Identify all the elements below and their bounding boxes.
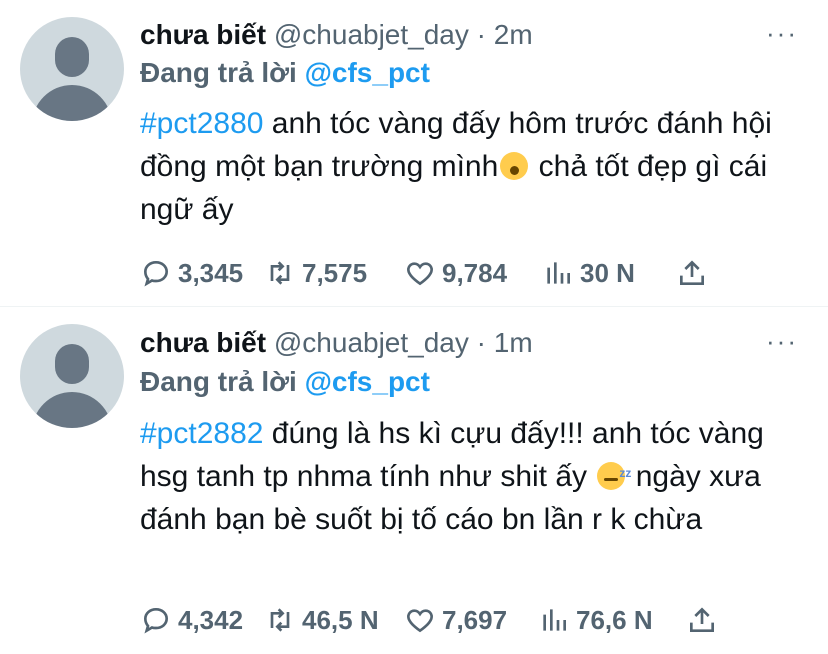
avatar-body <box>32 85 112 121</box>
reply-button[interactable]: 4,342 <box>140 604 264 636</box>
avatar-head <box>55 344 89 384</box>
reply-mention-link[interactable]: @cfs_pct <box>305 366 430 397</box>
tweet-text: #pct2882 đúng là hs kì cựu đấy!!! anh tó… <box>140 412 800 541</box>
avatar-head <box>55 37 89 77</box>
tweet[interactable]: chưa biết @chuabjet_day · 1m ··· Đang tr… <box>0 308 828 654</box>
sleeping-face-emoji <box>597 452 631 495</box>
views-count: 76,6 N <box>576 604 653 635</box>
reply-button[interactable]: 3,345 <box>140 257 264 289</box>
yawning-face-emoji <box>500 152 529 180</box>
user-handle[interactable]: @chuabjet_day <box>274 327 469 358</box>
share-icon <box>690 607 714 632</box>
more-options-icon[interactable]: ··· <box>766 18 798 49</box>
like-count: 9,784 <box>442 257 508 288</box>
replying-to-label: Đang trả lời <box>140 57 297 88</box>
replying-to: Đang trả lời @cfs_pct <box>140 364 430 400</box>
hashtag-link[interactable]: #pct2880 <box>140 107 263 140</box>
retweet-count: 46,5 N <box>302 604 379 635</box>
reply-icon <box>143 607 169 634</box>
like-button[interactable]: 7,697 <box>404 604 538 636</box>
retweet-button[interactable]: 46,5 N <box>264 604 404 636</box>
separator-dot: · <box>476 327 486 358</box>
timestamp[interactable]: 2m <box>494 19 533 50</box>
views-icon <box>547 262 570 284</box>
views-button[interactable]: 30 N <box>542 257 676 289</box>
reply-icon <box>143 260 169 287</box>
share-button[interactable] <box>686 604 718 636</box>
like-icon <box>407 262 433 286</box>
views-icon <box>543 609 566 631</box>
tweet[interactable]: chưa biết @chuabjet_day · 2m ··· Đang tr… <box>0 0 828 308</box>
tweet-actions: 4,342 46,5 N 7,697 76,6 N <box>140 600 740 640</box>
hashtag-link[interactable]: #pct2882 <box>140 417 263 450</box>
tweet-text: #pct2880 anh tóc vàng đấy hôm trước đánh… <box>140 102 800 231</box>
avatar-body <box>32 392 112 428</box>
tweet-actions: 3,345 7,575 9,784 30 N <box>140 253 740 293</box>
user-handle[interactable]: @chuabjet_day <box>274 19 469 50</box>
like-icon <box>407 609 433 633</box>
separator-dot: · <box>476 19 486 50</box>
replying-to-label: Đang trả lời <box>140 366 297 397</box>
timestamp[interactable]: 1m <box>494 327 533 358</box>
avatar[interactable] <box>20 17 124 121</box>
tweet-header: chưa biết @chuabjet_day · 2m <box>140 17 533 53</box>
retweet-icon <box>270 261 290 285</box>
more-options-icon[interactable]: ··· <box>766 326 798 357</box>
share-icon <box>680 260 704 285</box>
display-name[interactable]: chưa biết <box>140 327 266 358</box>
retweet-count: 7,575 <box>302 257 368 288</box>
avatar[interactable] <box>20 324 124 428</box>
views-count: 30 N <box>580 257 635 288</box>
reply-mention-link[interactable]: @cfs_pct <box>305 57 430 88</box>
views-button[interactable]: 76,6 N <box>538 604 686 636</box>
retweet-button[interactable]: 7,575 <box>264 257 404 289</box>
retweet-icon <box>270 608 290 632</box>
tweet-header: chưa biết @chuabjet_day · 1m <box>140 325 533 361</box>
replying-to: Đang trả lời @cfs_pct <box>140 55 430 91</box>
display-name[interactable]: chưa biết <box>140 19 266 50</box>
like-button[interactable]: 9,784 <box>404 257 542 289</box>
share-button[interactable] <box>676 257 708 289</box>
reply-count: 4,342 <box>178 604 244 635</box>
divider <box>0 306 828 307</box>
reply-count: 3,345 <box>178 257 244 288</box>
like-count: 7,697 <box>442 604 508 635</box>
